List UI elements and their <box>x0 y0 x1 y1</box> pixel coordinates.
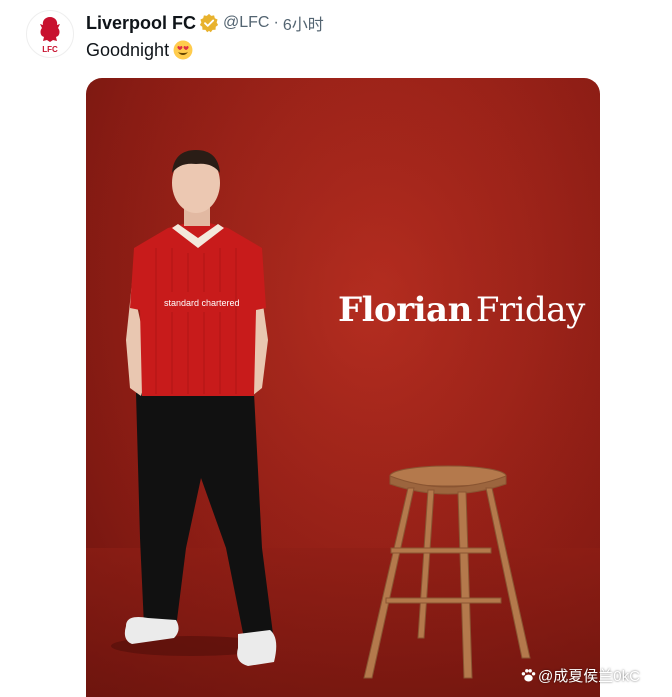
crest-lettering: LFC <box>42 45 58 54</box>
post-header: Liverpool FC @LFC · 6小时 <box>86 11 324 35</box>
separator: · <box>273 14 279 31</box>
overlay-title-first: Florian <box>338 290 472 330</box>
watermark-text: @成夏侯兰0kC <box>538 667 640 685</box>
author-handle[interactable]: @LFC <box>223 14 269 32</box>
overlay-title-second: Friday <box>475 290 585 330</box>
verified-badge-icon <box>199 13 219 33</box>
author-name[interactable]: Liverpool FC <box>86 13 196 34</box>
post-text-content: Goodnight <box>86 39 170 60</box>
paw-icon <box>521 668 536 681</box>
heart-eyes-emoji-icon <box>173 40 193 60</box>
player-photo: standard chartered <box>86 78 600 697</box>
watermark: @成夏侯兰0kC <box>520 662 640 688</box>
post-text: Goodnight <box>86 38 193 62</box>
post-media[interactable]: standard chartered Florian Friday <box>86 78 600 697</box>
overlay-title: Florian Friday <box>338 290 585 330</box>
shirt-sponsor: standard chartered <box>164 298 240 308</box>
avatar[interactable]: LFC <box>26 10 74 58</box>
post-timestamp[interactable]: 6小时 <box>283 11 324 35</box>
lfc-crest-icon: LFC <box>40 17 60 54</box>
